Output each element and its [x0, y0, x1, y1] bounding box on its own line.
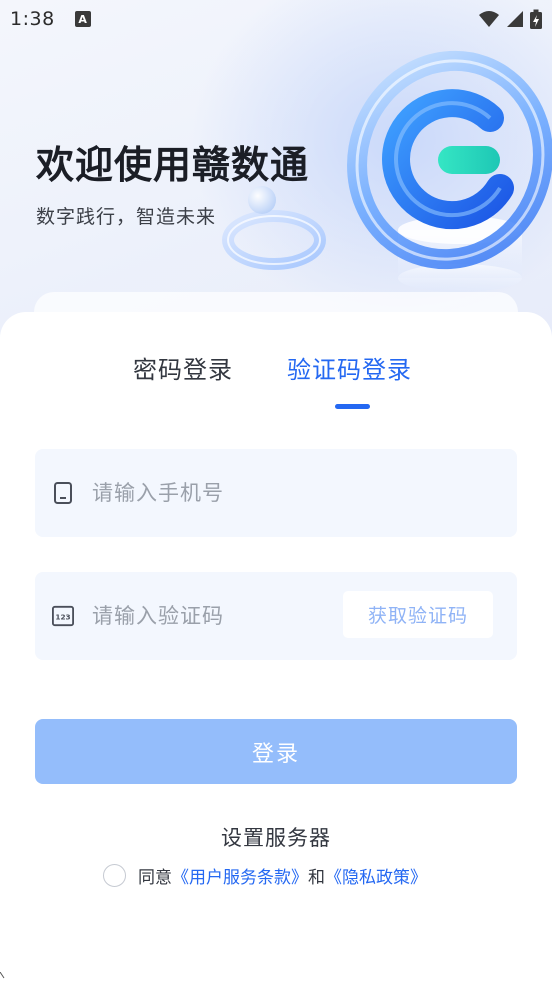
notification-app-icon: A — [74, 11, 91, 27]
agreement-conjunction: 和 — [308, 867, 325, 888]
agreement-prefix: 同意 — [138, 867, 172, 888]
status-bar: 1:38 A — [0, 0, 552, 38]
tab-password-login[interactable]: 密码登录 — [133, 350, 233, 385]
app-logo-3d-icon — [347, 50, 552, 292]
login-button[interactable]: 登录 — [35, 719, 517, 784]
hero-title: 欢迎使用赣数通 — [36, 143, 310, 187]
server-settings-link[interactable]: 设置服务器 — [0, 822, 552, 852]
status-icons — [478, 9, 542, 29]
phone-icon — [52, 482, 74, 504]
number-pad-icon: 123 — [52, 605, 74, 627]
corner-mark-icon — [0, 972, 5, 979]
tab-code-login[interactable]: 验证码登录 — [287, 350, 412, 385]
status-time: 1:38 — [10, 8, 55, 30]
phone-input[interactable] — [92, 481, 322, 505]
hero-banner: 1:38 A 欢迎使用赣数通 数字践行，智造未来 — [0, 0, 552, 340]
battery-charging-icon — [530, 9, 542, 29]
terms-link[interactable]: 《用户服务条款》 — [172, 863, 308, 888]
privacy-link[interactable]: 《隐私政策》 — [325, 863, 427, 888]
agreement-checkbox[interactable] — [103, 863, 126, 887]
wifi-icon — [479, 11, 499, 27]
agreement-row: 同意 《用户服务条款》 和 《隐私政策》 — [103, 862, 427, 888]
signal-icon — [507, 11, 523, 27]
svg-text:123: 123 — [55, 613, 70, 622]
phone-field[interactable] — [35, 449, 517, 537]
hero-subtitle: 数字践行，智造未来 — [36, 206, 217, 228]
code-input[interactable] — [92, 604, 322, 628]
ring-decoration-icon — [222, 186, 326, 270]
get-code-button[interactable]: 获取验证码 — [343, 591, 493, 638]
code-field[interactable]: 123 获取验证码 — [35, 572, 517, 660]
active-tab-indicator — [335, 404, 370, 409]
